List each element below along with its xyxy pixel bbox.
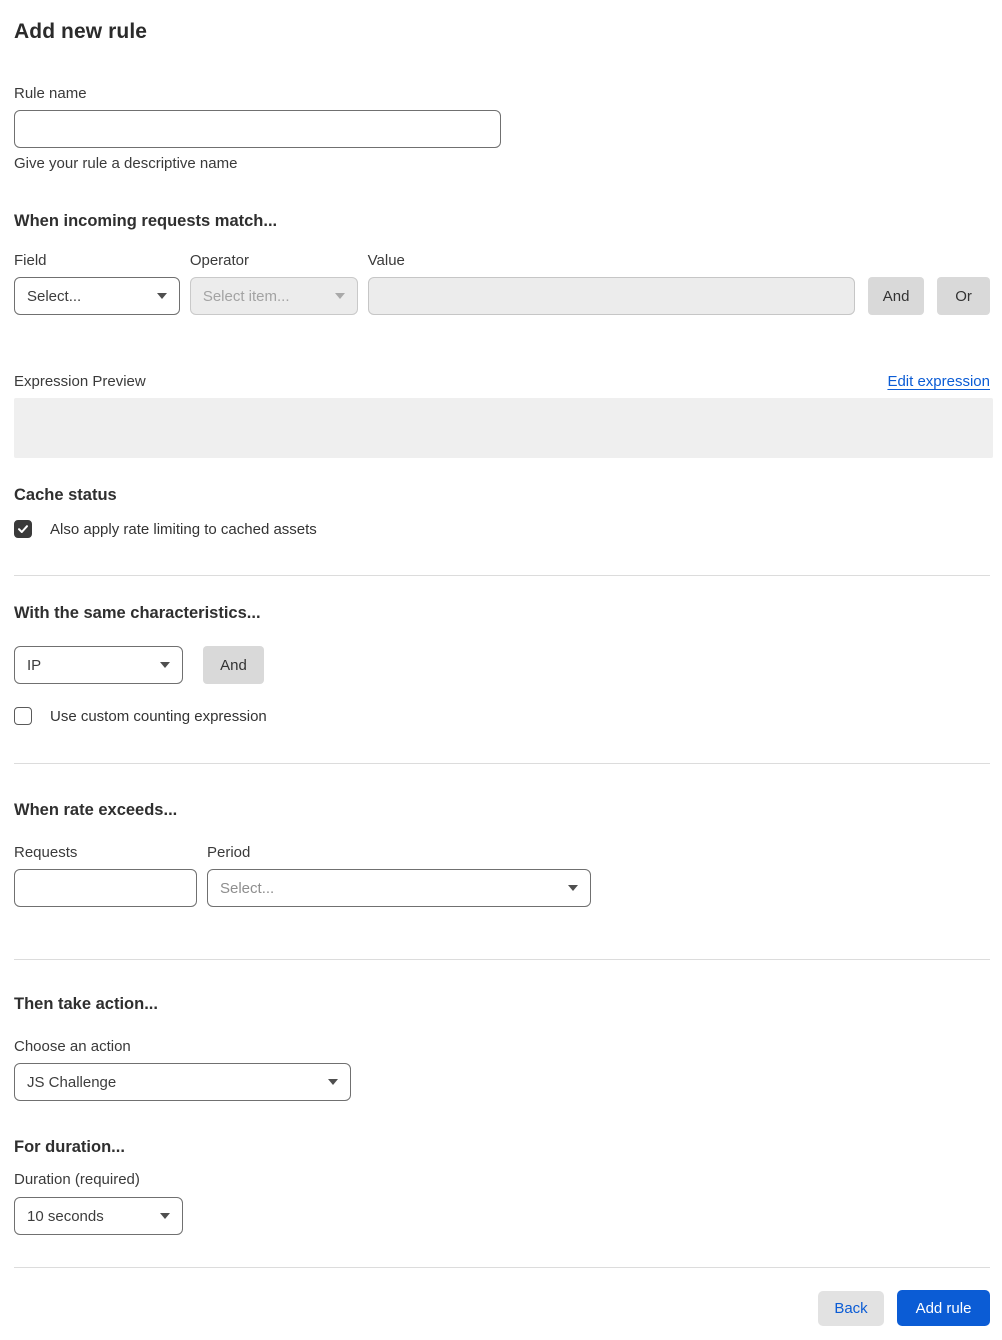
field-select[interactable]: Select...: [14, 277, 180, 315]
value-label: Value: [367, 252, 405, 269]
chevron-down-icon: [334, 293, 345, 299]
requests-label: Requests: [14, 844, 78, 861]
edit-expression-link[interactable]: Edit expression: [887, 373, 990, 390]
counting-expression-row: Use custom counting expression: [14, 707, 990, 725]
custom-counting-checkbox[interactable]: [14, 707, 32, 725]
rule-name-label: Rule name: [14, 85, 87, 102]
expression-preview-label: Expression Preview: [14, 373, 146, 390]
match-controls: Field Select... Operator Select item... …: [14, 252, 990, 315]
characteristic-select[interactable]: IP: [14, 646, 183, 684]
value-input: [367, 277, 856, 315]
period-select-value: Select...: [220, 879, 275, 897]
cached-assets-label: Also apply rate limiting to cached asset…: [50, 520, 317, 538]
divider: [14, 763, 990, 764]
chevron-down-icon: [160, 662, 170, 668]
action-select-value: JS Challenge: [27, 1073, 117, 1091]
field-column: Field Select...: [14, 252, 180, 315]
chevron-down-icon: [160, 1213, 170, 1219]
chevron-down-icon: [328, 1079, 338, 1085]
divider: [14, 1267, 990, 1268]
duration-section: For duration... Duration (required) 10 s…: [14, 1138, 990, 1235]
operator-select-value: Select item...: [202, 287, 290, 305]
action-select[interactable]: JS Challenge: [14, 1063, 351, 1101]
cached-assets-checkbox[interactable]: [14, 520, 32, 538]
chevron-down-icon: [156, 293, 167, 299]
rule-name-input[interactable]: [14, 110, 501, 148]
action-label: Choose an action: [14, 1038, 131, 1055]
period-column: Period Select...: [207, 844, 591, 907]
characteristic-select-value: IP: [27, 656, 42, 674]
field-label: Field: [14, 252, 47, 269]
rate-controls: Requests Period Select...: [14, 844, 990, 907]
chevron-down-icon: [568, 885, 578, 891]
cache-status-section: Cache status Also apply rate limiting to…: [14, 486, 990, 538]
action-heading: Then take action...: [14, 995, 158, 1013]
custom-counting-label: Use custom counting expression: [50, 707, 267, 725]
or-button[interactable]: Or: [937, 277, 990, 315]
back-button[interactable]: Back: [818, 1290, 884, 1326]
rate-heading: When rate exceeds...: [14, 801, 178, 819]
divider: [14, 575, 990, 576]
rule-name-helper: Give your rule a descriptive name: [14, 155, 238, 172]
duration-label: Duration (required): [14, 1171, 140, 1188]
period-label: Period: [207, 844, 251, 861]
rate-section: When rate exceeds... Requests Period Sel…: [14, 801, 990, 907]
expression-preview-row: Expression Preview Edit expression: [14, 373, 990, 390]
period-select[interactable]: Select...: [207, 869, 591, 907]
operator-label: Operator: [189, 252, 250, 269]
footer-actions: Back Add rule: [14, 1290, 990, 1326]
value-column: Value: [367, 252, 856, 315]
action-section: Then take action... Choose an action JS …: [14, 995, 990, 1101]
duration-select-value: 10 seconds: [27, 1207, 104, 1225]
field-select-value: Select...: [27, 287, 82, 305]
expression-preview-box: [14, 398, 993, 458]
characteristics-heading: With the same characteristics...: [14, 604, 261, 622]
duration-heading: For duration...: [14, 1138, 125, 1156]
characteristics-controls: IP And: [14, 646, 990, 684]
operator-column: Operator Select item...: [189, 252, 358, 315]
match-section: When incoming requests match... Field Se…: [14, 212, 993, 458]
operator-select: Select item...: [189, 277, 358, 315]
checkmark-icon: [18, 525, 28, 533]
requests-column: Requests: [14, 844, 197, 907]
requests-input[interactable]: [14, 869, 197, 907]
match-heading: When incoming requests match...: [14, 212, 278, 230]
duration-select[interactable]: 10 seconds: [14, 1197, 183, 1235]
divider: [14, 959, 990, 960]
and-button[interactable]: And: [868, 277, 925, 315]
cache-status-heading: Cache status: [14, 486, 117, 504]
cache-checkbox-row: Also apply rate limiting to cached asset…: [14, 520, 990, 538]
add-rule-form: Add new rule Rule name Give your rule a …: [0, 0, 1002, 1326]
add-rule-button[interactable]: Add rule: [897, 1290, 990, 1326]
rule-name-section: Rule name Give your rule a descriptive n…: [14, 85, 990, 172]
characteristics-and-button[interactable]: And: [203, 646, 264, 684]
page-title: Add new rule: [14, 20, 148, 43]
characteristics-section: With the same characteristics... IP And …: [14, 604, 990, 725]
